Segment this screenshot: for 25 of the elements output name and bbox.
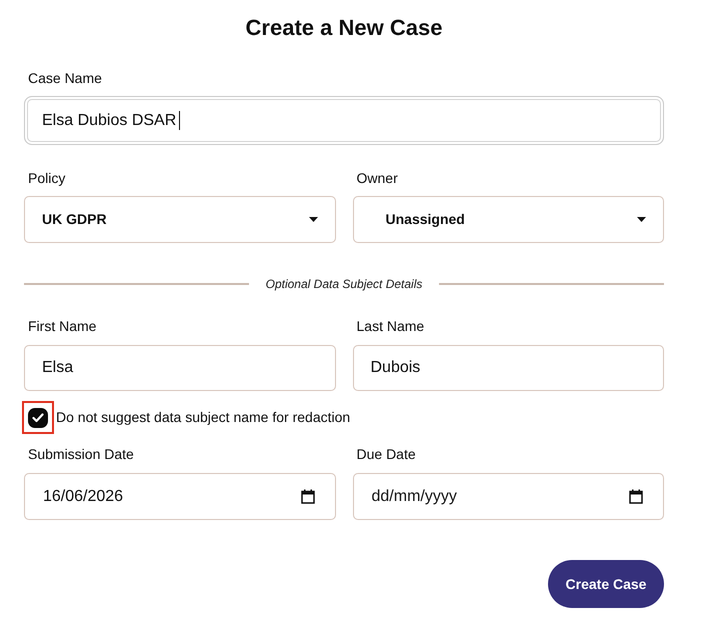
- caret-icon: [637, 217, 646, 222]
- text-field[interactable]: Elsa Dubios DSAR: [24, 96, 664, 145]
- date-field[interactable]: 16/06/2026: [24, 473, 336, 520]
- calendar-icon[interactable]: [629, 489, 643, 504]
- text-field[interactable]: Dubois: [352, 345, 664, 391]
- field-label: Owner: [356, 169, 399, 188]
- field-label: First Name: [27, 317, 98, 336]
- dropdown-select[interactable]: Unassigned: [352, 196, 664, 243]
- section-divider-label: Optional Data Subject Details: [264, 276, 424, 293]
- field-label: Submission Date: [27, 445, 135, 464]
- text-field[interactable]: Elsa: [24, 345, 336, 391]
- page-title: Create a New Case: [244, 14, 444, 42]
- field-label: Policy: [27, 169, 66, 188]
- calendar-icon[interactable]: [300, 489, 314, 504]
- field-label: Case Name: [27, 69, 103, 88]
- checkbox-label: Do not suggest data subject name for redaction: [56, 408, 350, 427]
- field-label: Due Date: [356, 445, 417, 464]
- dropdown-select[interactable]: UK GDPR: [24, 196, 336, 243]
- text-cursor-icon: [179, 111, 180, 130]
- caret-icon: [308, 217, 318, 222]
- checkbox[interactable]: [28, 408, 48, 428]
- check-icon: [32, 412, 44, 422]
- create-case-button[interactable]: Create Case: [548, 560, 664, 608]
- field-label: Last Name: [356, 317, 426, 336]
- date-field[interactable]: dd/mm/yyyy: [352, 473, 664, 520]
